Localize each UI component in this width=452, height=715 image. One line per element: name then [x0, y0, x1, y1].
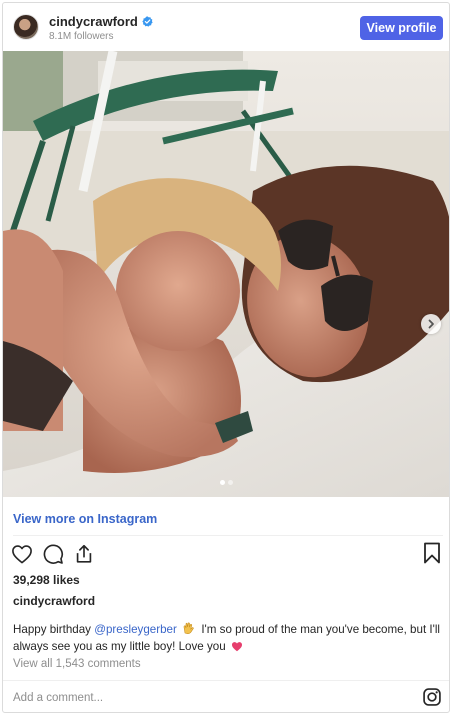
add-comment-input[interactable]	[13, 689, 393, 707]
instagram-logo-icon[interactable]	[422, 687, 442, 707]
next-image-button[interactable]	[421, 314, 441, 334]
view-all-comments-link[interactable]: View all 1,543 comments	[13, 658, 141, 670]
clapping-hands-emoji-icon	[183, 622, 194, 634]
likes-count[interactable]: 39,298 likes	[13, 573, 80, 587]
view-more-link[interactable]: View more on Instagram	[13, 512, 157, 526]
caption-text: Happy birthday @presleygerber I'm so pro…	[13, 621, 445, 655]
heart-emoji-icon	[231, 642, 242, 652]
username-row: cindycrawford	[49, 14, 153, 29]
carousel-indicator	[3, 480, 449, 486]
avatar[interactable]	[13, 14, 39, 40]
caption-prefix: Happy birthday	[13, 623, 95, 636]
post-header: cindycrawford 8.1M followers View profil…	[3, 3, 449, 51]
divider	[13, 535, 443, 536]
instagram-embed-card: cindycrawford 8.1M followers View profil…	[2, 2, 450, 713]
carousel-dot-2	[227, 480, 233, 485]
action-bar	[11, 541, 95, 567]
carousel-dot-1	[219, 480, 225, 485]
verified-badge-icon	[142, 16, 153, 27]
post-photo[interactable]	[3, 51, 449, 497]
caption-mention[interactable]: @presleygerber	[94, 623, 177, 636]
comment-icon[interactable]	[42, 543, 64, 565]
divider	[3, 680, 449, 681]
caption-username[interactable]: cindycrawford	[13, 594, 95, 608]
followers-count: 8.1M followers	[49, 31, 114, 42]
username[interactable]: cindycrawford	[49, 14, 138, 29]
view-profile-button[interactable]: View profile	[360, 16, 443, 40]
share-icon[interactable]	[73, 543, 95, 565]
chevron-right-icon	[428, 319, 434, 329]
bookmark-icon[interactable]	[422, 542, 442, 564]
beach-photo-image	[3, 51, 449, 497]
heart-icon[interactable]	[11, 543, 33, 565]
